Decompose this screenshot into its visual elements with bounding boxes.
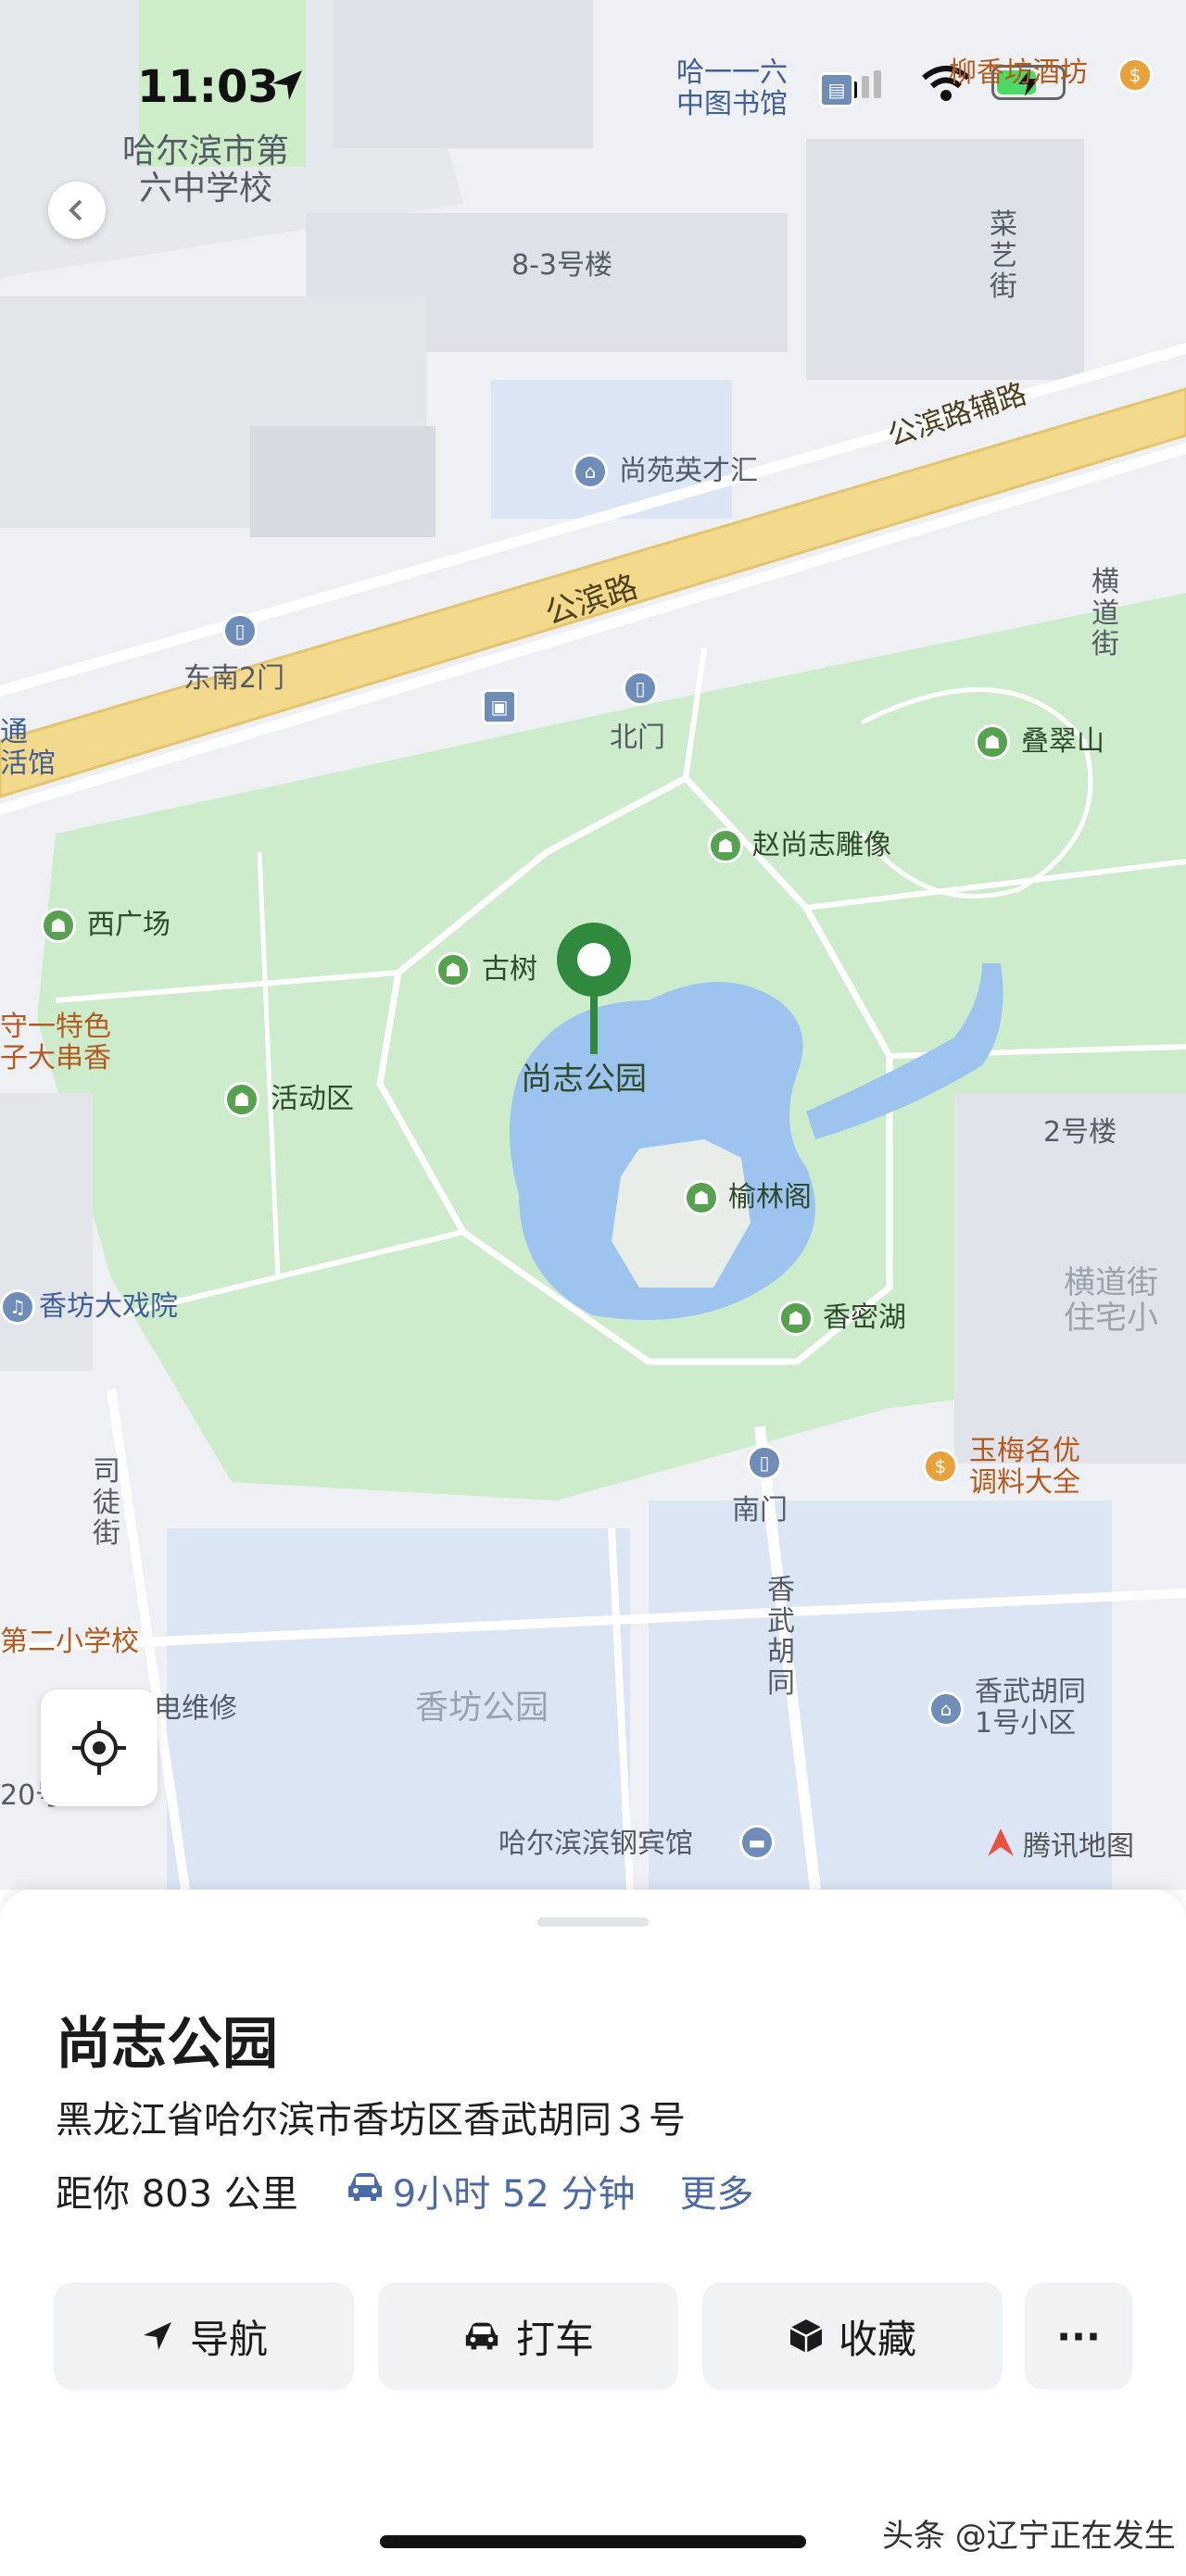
distance-text: 距你 803 公里 xyxy=(56,2173,298,2216)
taxi-label: 打车 xyxy=(515,2316,594,2362)
label-repair: 电维修 xyxy=(154,1692,237,1725)
taxi-icon xyxy=(465,2322,498,2350)
gate-icon-north: ▯ xyxy=(623,671,658,706)
label-shangyuan: 尚苑英才汇 xyxy=(619,455,758,487)
place-meta-row: 距你 803 公里 9小时 52 分钟 更多 xyxy=(56,2164,754,2218)
watermark-text: 头条 @辽宁正在发生 xyxy=(882,2518,1176,2555)
theater-icon: ♫ xyxy=(0,1289,35,1325)
label-park-name: 尚志公园 xyxy=(521,1061,647,1098)
label-yulin-pavilion: 榆林阁 xyxy=(728,1181,812,1213)
label-north-gate: 北门 xyxy=(610,722,665,754)
label-xiangfang-shop: 柳香坊酒坊 xyxy=(949,57,1088,89)
home-indicator[interactable] xyxy=(380,2535,806,2548)
navigate-label: 导航 xyxy=(189,2316,268,2362)
label-theater: 香坊大戏院 xyxy=(39,1290,178,1323)
residential-icon-xiangwu: ⌂ xyxy=(928,1691,964,1727)
navigate-button[interactable]: 导航 xyxy=(54,2282,354,2390)
selected-location-pin[interactable] xyxy=(552,921,636,1060)
back-button[interactable] xyxy=(48,182,106,239)
locate-me-button[interactable] xyxy=(41,1690,158,1806)
more-options-button[interactable]: ··· xyxy=(1025,2282,1132,2390)
more-options-label: ··· xyxy=(1056,2313,1101,2359)
label-west-square: 西广场 xyxy=(87,909,170,941)
place-address: 黑龙江省哈尔滨市香坊区香武胡同３号 xyxy=(56,2099,686,2142)
scenic-icon-west-square: ☗ xyxy=(41,908,76,943)
location-arrow-icon xyxy=(269,67,306,107)
label-school2: 第二小学校 xyxy=(0,1626,139,1658)
label-tong-hall: 通 活馆 xyxy=(0,716,56,780)
scenic-icon-diecui: ☗ xyxy=(975,724,1010,760)
label-xiangmi-lake: 香密湖 xyxy=(823,1301,906,1334)
label-xiangwu-street: 香 武 胡 同 xyxy=(767,1574,795,1700)
gate-icon-southeast: ▯ xyxy=(222,613,258,648)
scenic-icon-statue: ☗ xyxy=(708,828,743,863)
label-diecui: 叠翠山 xyxy=(1021,725,1104,758)
label-old-tree: 古树 xyxy=(482,953,537,986)
tencent-map-text: 腾讯地图 xyxy=(1023,1830,1134,1863)
label-steel-hotel: 哈尔滨滨钢宾馆 xyxy=(498,1828,693,1860)
map-view[interactable]: 11:03 哈尔滨市第 六中学校 ▤ 哈一一六 中图书馆 柳香坊酒坊 $ 8-3… xyxy=(0,0,1186,1890)
navigation-arrow-icon xyxy=(143,2322,171,2350)
label-hengdao-residence: 横道街 住宅小 xyxy=(1064,1264,1158,1338)
scenic-icon-activity: ☗ xyxy=(224,1082,259,1117)
status-time: 11:03 xyxy=(137,61,279,113)
bus-stop-icon: ▣ xyxy=(482,689,517,724)
residential-icon: ⌂ xyxy=(573,454,608,489)
favorite-label: 收藏 xyxy=(838,2316,916,2362)
label-hengdao-street: 横 道 街 xyxy=(1091,566,1119,661)
label-school6: 哈尔滨市第 六中学校 xyxy=(122,132,290,208)
label-skewer-shop: 守一特色 子大串香 xyxy=(0,1011,111,1074)
bookstore-icon: ▤ xyxy=(819,72,854,107)
hotel-icon: ▬ xyxy=(739,1825,775,1860)
scenic-icon-old-tree: ☗ xyxy=(435,952,471,987)
gate-icon-south: ▯ xyxy=(747,1445,782,1480)
scenic-icon-lake: ☗ xyxy=(778,1301,814,1336)
shop-icon: $ xyxy=(1117,57,1153,93)
label-bookstore: 哈一一六 中图书馆 xyxy=(676,57,788,120)
label-southeast-gate2: 东南2门 xyxy=(183,662,285,695)
label-south-gate: 南门 xyxy=(732,1494,788,1527)
shop-icon-yumei: $ xyxy=(923,1449,958,1484)
label-caiyi-street: 菜 艺 街 xyxy=(990,208,1017,304)
car-icon xyxy=(345,2169,385,2212)
label-zhao-statue: 赵尚志雕像 xyxy=(752,829,891,861)
drive-time-text: 9小时 52 分钟 xyxy=(392,2173,636,2216)
label-building2: 2号楼 xyxy=(1043,1116,1117,1149)
label-situ-street: 司 徒 街 xyxy=(93,1455,120,1551)
more-link[interactable]: 更多 xyxy=(680,2164,754,2218)
cube-icon xyxy=(789,2319,823,2353)
crosshair-icon xyxy=(72,1721,126,1775)
sheet-drag-handle[interactable] xyxy=(537,1917,649,1927)
chevron-left-icon xyxy=(69,199,82,221)
tencent-map-logo: 腾讯地图 xyxy=(982,1823,1134,1864)
place-detail-sheet[interactable]: 尚志公园 黑龙江省哈尔滨市香坊区香武胡同３号 距你 803 公里 9小时 52 … xyxy=(0,1890,1186,2576)
label-yumei: 玉梅名优 调料大全 xyxy=(969,1435,1080,1499)
label-activity-area: 活动区 xyxy=(271,1083,354,1115)
label-building83: 8-3号楼 xyxy=(511,249,612,282)
label-xiangwu-residence: 香武胡同 1号小区 xyxy=(975,1676,1086,1740)
label-xiangfang-park: 香坊公园 xyxy=(415,1689,549,1727)
taxi-button[interactable]: 打车 xyxy=(378,2282,678,2390)
scenic-icon-yulin: ☗ xyxy=(684,1180,719,1215)
favorite-button[interactable]: 收藏 xyxy=(702,2282,1003,2390)
place-title: 尚志公园 xyxy=(56,2012,278,2077)
